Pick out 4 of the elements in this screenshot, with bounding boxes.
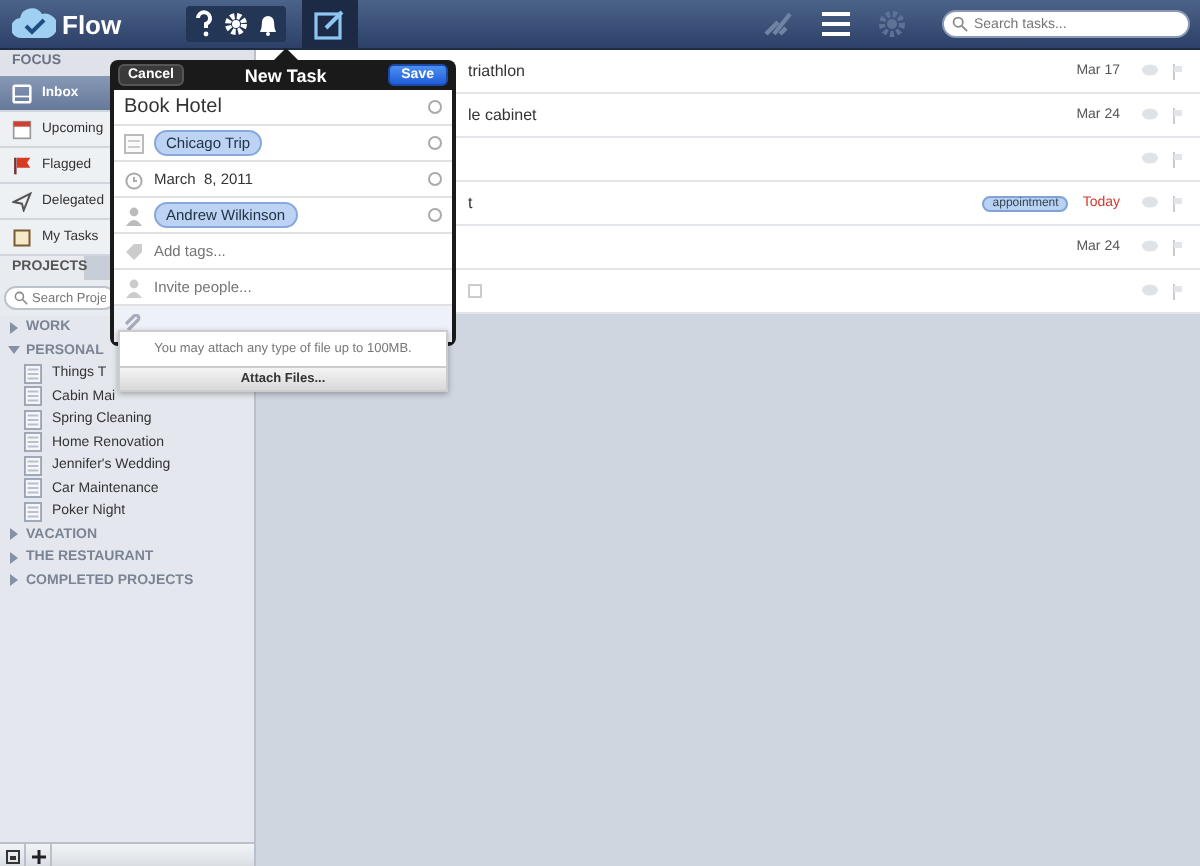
task-title: t: [468, 194, 473, 212]
app-title: Flow: [62, 9, 124, 39]
task-title: le cabinet: [468, 106, 537, 124]
task-title: triathlon: [468, 62, 525, 80]
